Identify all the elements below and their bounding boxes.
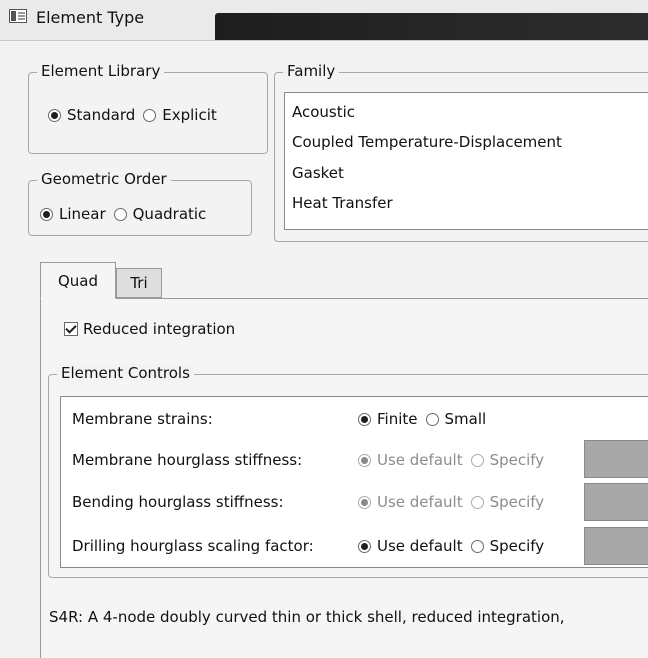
radio-membrane-specify-label[interactable]: Specify (490, 451, 545, 469)
family-legend: Family (283, 62, 340, 80)
radio-bending-specify-label[interactable]: Specify (490, 493, 545, 511)
radio-finite-label[interactable]: Finite (377, 410, 418, 428)
radio-standard[interactable] (48, 108, 61, 122)
family-item-heat-transfer[interactable]: Heat Transfer (292, 194, 393, 212)
membrane-hourglass-options: Use default Specify (358, 451, 552, 469)
drilling-hourglass-options: Use default Specify (358, 537, 552, 555)
membrane-strains-label: Membrane strains: (72, 410, 213, 428)
bending-hourglass-options: Use default Specify (358, 493, 552, 511)
window-icon (9, 9, 27, 23)
radio-standard-label[interactable]: Standard (67, 106, 135, 124)
element-description: S4R: A 4-node doubly curved thin or thic… (49, 608, 565, 626)
radio-bending-specify[interactable] (470, 495, 484, 509)
title-bar: Element Type (0, 0, 648, 41)
membrane-hourglass-value-field[interactable] (584, 440, 648, 478)
radio-explicit[interactable] (143, 108, 157, 122)
radio-linear[interactable] (40, 207, 53, 221)
tab-tri[interactable]: Tri (116, 268, 162, 298)
radio-small[interactable] (425, 412, 439, 426)
radio-drilling-specify-label[interactable]: Specify (490, 537, 545, 555)
radio-linear-label[interactable]: Linear (59, 205, 106, 223)
reduced-integration-label[interactable]: Reduced integration (83, 320, 235, 338)
radio-quadratic[interactable] (113, 207, 127, 221)
radio-membrane-use-default[interactable] (358, 453, 371, 467)
radio-membrane-specify[interactable] (470, 453, 484, 467)
family-list[interactable]: Acoustic Coupled Temperature-Displacemen… (284, 92, 648, 230)
element-library-options: Standard Explicit (48, 106, 225, 124)
window-title: Element Type (36, 8, 145, 27)
radio-finite[interactable] (358, 412, 371, 426)
radio-drilling-specify[interactable] (470, 539, 484, 553)
radio-drilling-use-default-label[interactable]: Use default (377, 537, 463, 555)
radio-quadratic-label[interactable]: Quadratic (133, 205, 207, 223)
drilling-hourglass-scaling-factor-label: Drilling hourglass scaling factor: (72, 537, 314, 555)
radio-small-label[interactable]: Small (445, 410, 487, 428)
bending-hourglass-stiffness-label: Bending hourglass stiffness: (72, 493, 284, 511)
reduced-integration-checkbox[interactable] (64, 322, 78, 336)
tab-quad[interactable]: Quad (40, 262, 116, 299)
element-library-legend: Element Library (37, 62, 165, 80)
family-item-coupled-temperature-displacement[interactable]: Coupled Temperature-Displacement (292, 133, 562, 151)
reduced-integration-row: Reduced integration (64, 320, 235, 338)
membrane-hourglass-stiffness-label: Membrane hourglass stiffness: (72, 451, 303, 469)
radio-explicit-label[interactable]: Explicit (162, 106, 217, 124)
radio-bending-use-default[interactable] (358, 495, 371, 509)
geometric-order-legend: Geometric Order (37, 170, 171, 188)
geometric-order-options: Linear Quadratic (40, 205, 214, 223)
family-item-acoustic[interactable]: Acoustic (292, 103, 355, 121)
family-item-gasket[interactable]: Gasket (292, 164, 344, 182)
membrane-strains-options: Finite Small (358, 410, 494, 428)
radio-drilling-use-default[interactable] (358, 539, 371, 553)
drilling-hourglass-value-field[interactable] (584, 527, 648, 565)
element-controls-legend: Element Controls (57, 364, 194, 382)
radio-membrane-use-default-label[interactable]: Use default (377, 451, 463, 469)
radio-bending-use-default-label[interactable]: Use default (377, 493, 463, 511)
bending-hourglass-value-field[interactable] (584, 483, 648, 521)
title-bar-background (215, 13, 648, 40)
